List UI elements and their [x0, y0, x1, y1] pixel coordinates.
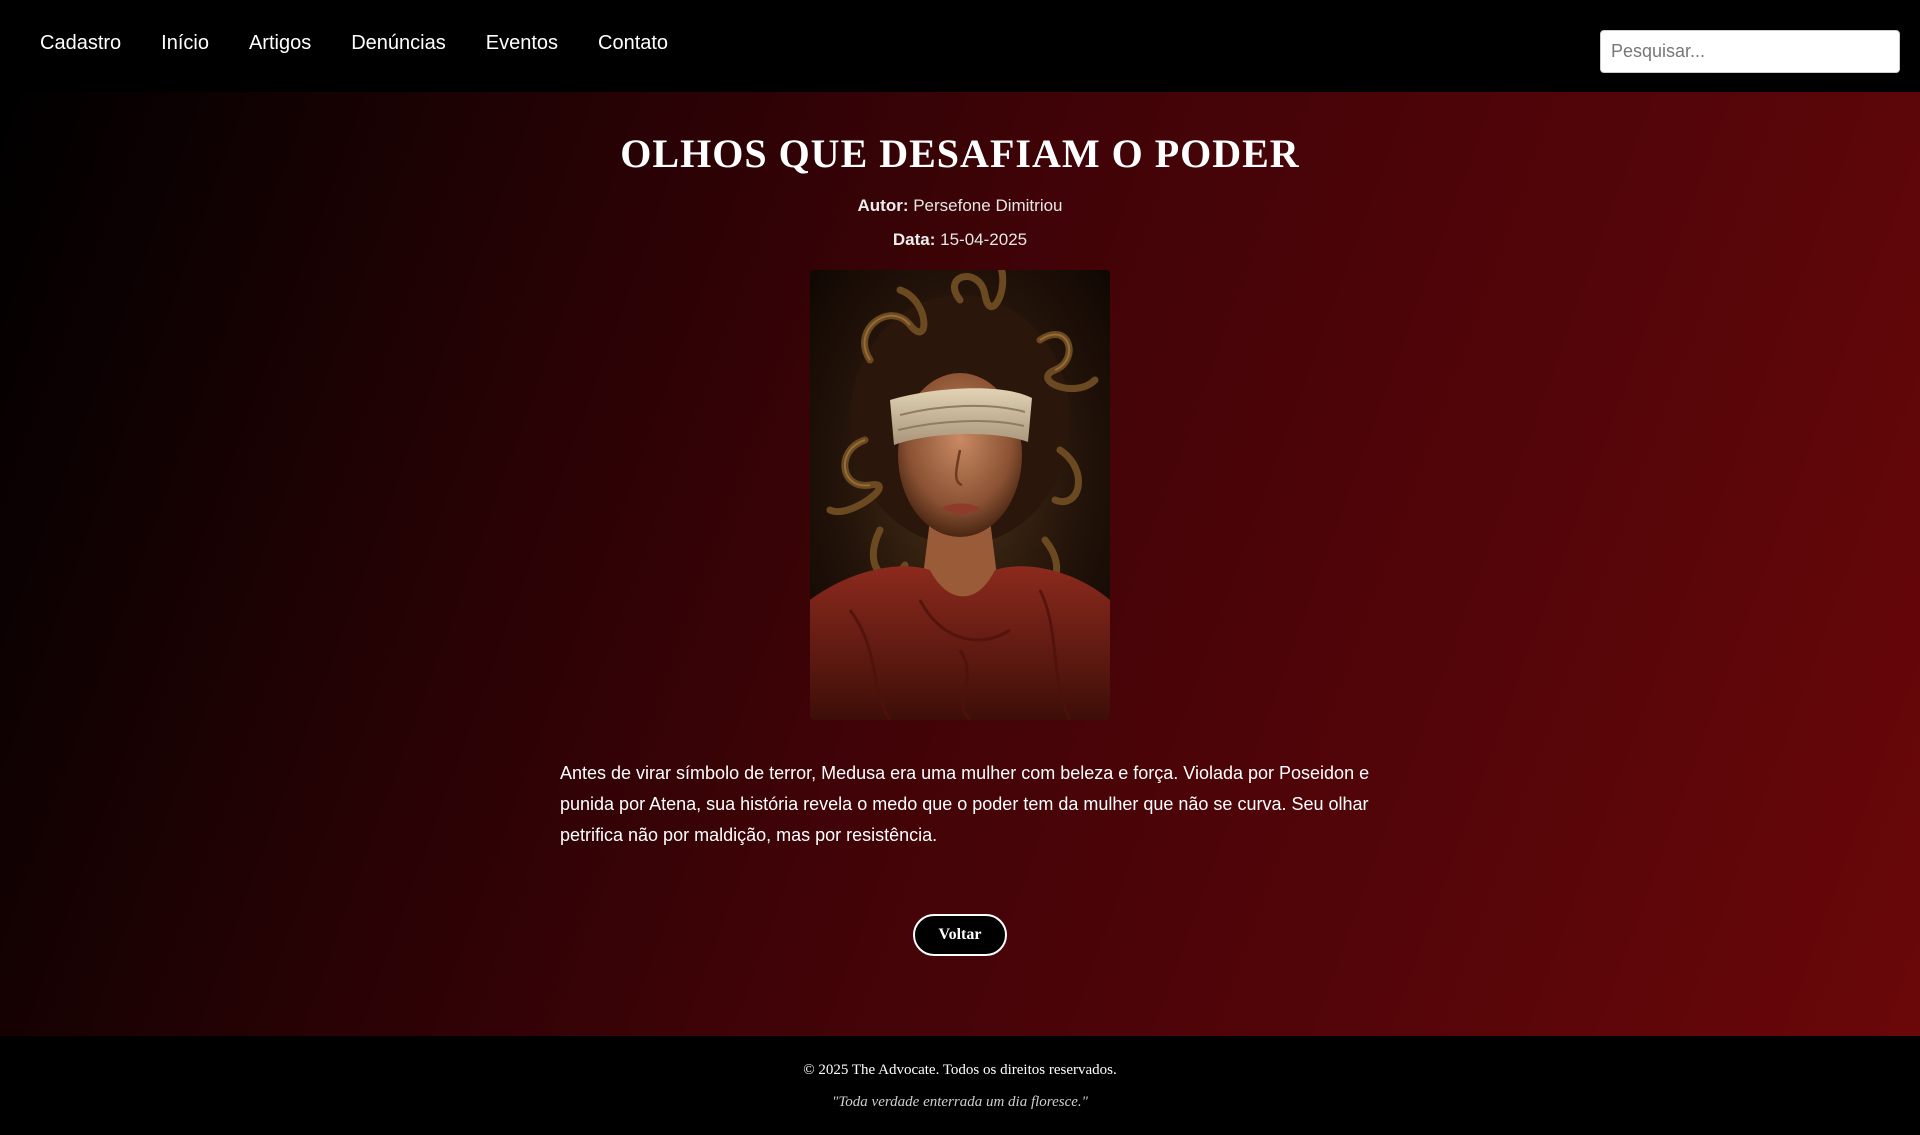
nav-link-denuncias[interactable]: Denúncias: [351, 32, 446, 55]
date-value: 15-04-2025: [940, 230, 1028, 249]
article-title: OLHOS QUE DESAFIAM O PODER: [620, 131, 1300, 176]
date-label: Data:: [892, 230, 936, 249]
article-author: Autor: Persefone Dimitriou: [0, 196, 1920, 216]
nav-link-artigos[interactable]: Artigos: [249, 32, 311, 55]
article-date: Data: 15-04-2025: [0, 230, 1920, 250]
author-label: Autor:: [857, 196, 909, 215]
article-body: Antes de virar símbolo de terror, Medusa…: [560, 763, 1370, 845]
footer: © 2025 The Advocate. Todos os direitos r…: [0, 1036, 1920, 1135]
search-input[interactable]: [1600, 30, 1900, 73]
nav-links: Cadastro Início Artigos Denúncias Evento…: [40, 32, 668, 55]
copyright-text: © 2025 The Advocate. Todos os direitos r…: [803, 1062, 1117, 1078]
nav-link-inicio[interactable]: Início: [161, 32, 209, 55]
top-navbar: Cadastro Início Artigos Denúncias Evento…: [0, 0, 1920, 92]
back-button[interactable]: Voltar: [913, 914, 1007, 956]
footer-motto: "Toda verdade enterrada um dia floresce.…: [832, 1094, 1088, 1110]
author-name: Persefone Dimitriou: [913, 196, 1063, 215]
nav-link-eventos[interactable]: Eventos: [486, 32, 558, 55]
article-image: [810, 270, 1110, 720]
article-section: OLHOS QUE DESAFIAM O PODER Autor: Persef…: [0, 92, 1920, 1036]
nav-link-contato[interactable]: Contato: [598, 32, 668, 55]
nav-link-cadastro[interactable]: Cadastro: [40, 32, 121, 55]
blindfolded-medusa-painting: [810, 270, 1110, 720]
